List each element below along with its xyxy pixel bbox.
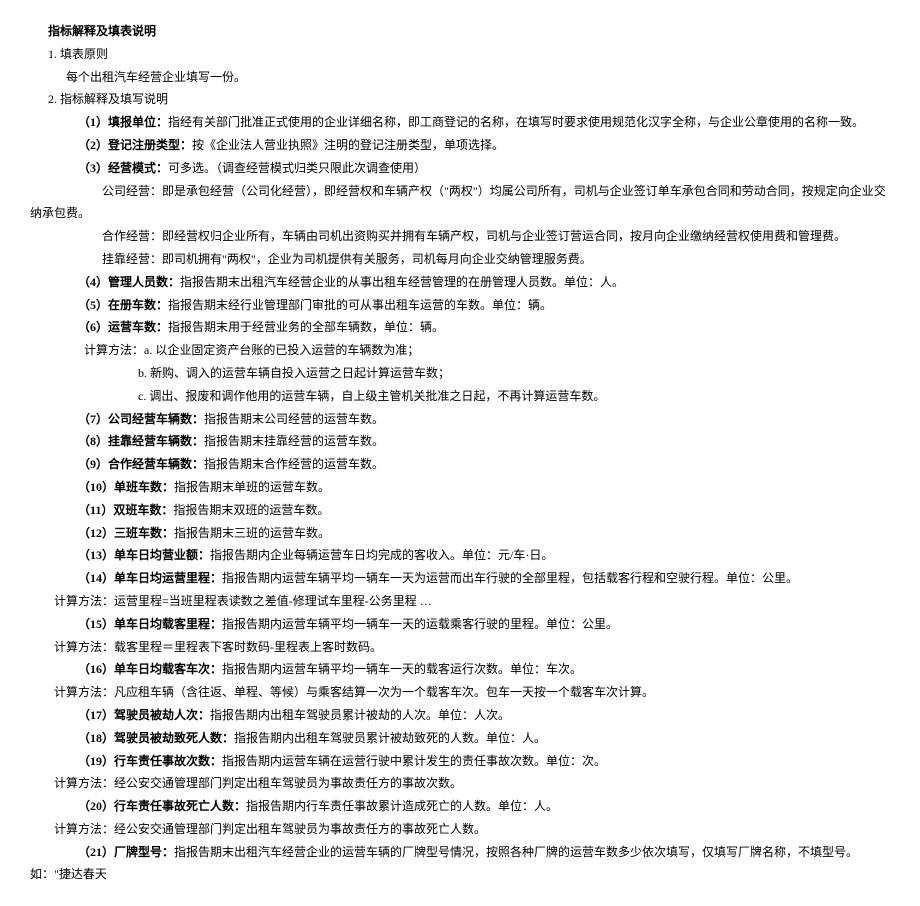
item-16-text: 指报告期内运营车辆平均一辆车一天的载客运行次数。单位：车次。	[222, 662, 582, 676]
item-4: （4）管理人员数：指报告期末出租汽车经营企业的从事出租车经营管理的在册管理人员数…	[30, 271, 890, 294]
item-1-label: （1）填报单位：	[78, 115, 168, 129]
item-6-calc: 计算方法：a. 以企业固定资产台账的已投入运营的车辆数为准；	[30, 339, 890, 362]
item-8: （8）挂靠经营车辆数：指报告期末挂靠经营的运营车数。	[30, 430, 890, 453]
section2-heading: 2. 指标解释及填写说明	[30, 88, 890, 111]
item-4-label: （4）管理人员数：	[78, 275, 180, 289]
item-6-calcc: c. 调出、报废和调作他用的运营车辆，自上级主管机关批准之日起，不再计算运营车数…	[30, 385, 890, 408]
item-2-text: 按《企业法人营业执照》注明的登记注册类型，单项选择。	[192, 138, 504, 152]
item-1: （1）填报单位：指经有关部门批准正式使用的企业详细名称，即工商登记的名称，在填写…	[30, 111, 890, 134]
item-5: （5）在册车数：指报告期末经行业管理部门审批的可从事出租车运营的车数。单位：辆。	[30, 294, 890, 317]
item-18-label: （18）驾驶员被劫致死人数：	[78, 731, 234, 745]
item-18-text: 指报告期内出租车驾驶员累计被劫致死的人数。单位：人。	[234, 731, 546, 745]
item-13-label: （13）单车日均营业额：	[78, 548, 210, 562]
section1-heading: 1. 填表原则	[30, 43, 890, 66]
item-20-calc: 计算方法：经公安交通管理部门判定出租车驾驶员为事故责任方的事故死亡人数。	[30, 818, 890, 841]
item-10-label: （10）单班车数：	[78, 480, 174, 494]
item-19-label: （19）行车责任事故次数：	[78, 754, 222, 768]
item-5-text: 指报告期末经行业管理部门审批的可从事出租车运营的车数。单位：辆。	[168, 298, 552, 312]
item-8-label: （8）挂靠经营车辆数：	[78, 434, 204, 448]
item-16-label: （16）单车日均载客车次：	[78, 662, 222, 676]
item-3: （3）经营模式：可多选。（调查经营模式归类只限此次调查使用）	[30, 157, 890, 180]
item-15-text: 指报告期内运营车辆平均一辆车一天的运载乘客行驶的里程。单位：公里。	[222, 617, 618, 631]
item-15: （15）单车日均载客里程：指报告期内运营车辆平均一辆车一天的运载乘客行驶的里程。…	[30, 613, 890, 636]
item-10-text: 指报告期末单班的运营车数。	[174, 480, 330, 494]
item-6-label: （6）运营车数：	[78, 320, 168, 334]
item-3-text: 可多选。（调查经营模式归类只限此次调查使用）	[168, 161, 426, 175]
item-7-text: 指报告期末公司经营的运营车数。	[204, 412, 384, 426]
item-8-text: 指报告期末挂靠经营的运营车数。	[204, 434, 384, 448]
item-21: （21）厂牌型号：指报告期末出租汽车经营企业的运营车辆的厂牌型号情况，按照各种厂…	[30, 841, 890, 887]
section1-content: 每个出租汽车经营企业填写一份。	[30, 66, 890, 89]
item-17-text: 指报告期内出租车驾驶员累计被劫的人次。单位：人次。	[210, 708, 510, 722]
item-11-text: 指报告期末双班的运营车数。	[173, 503, 329, 517]
item-14: （14）单车日均运营里程：指报告期内运营车辆平均一辆车一天为运营而出车行驶的全部…	[30, 567, 890, 590]
item-7-label: （7）公司经营车辆数：	[78, 412, 204, 426]
item-11: （11）双班车数：指报告期末双班的运营车数。	[30, 499, 890, 522]
item-3b: 合作经营：即经营权归企业所有，车辆由司机出资购买并拥有车辆产权，司机与企业签订营…	[30, 225, 890, 248]
item-6-text: 指报告期末用于经营业务的全部车辆数，单位：辆。	[168, 320, 444, 334]
item-6-calcb: b. 新购、调入的运营车辆自投入运营之日起计算运营车数；	[30, 362, 890, 385]
item-13-text: 指报告期内企业每辆运营车日均完成的客收入。单位：元/车·日。	[210, 548, 553, 562]
item-7: （7）公司经营车辆数：指报告期末公司经营的运营车数。	[30, 408, 890, 431]
item-19-calc: 计算方法：经公安交通管理部门判定出租车驾驶员为事故责任方的事故次数。	[30, 772, 890, 795]
item-20-label: （20）行车责任事故死亡人数：	[78, 799, 246, 813]
item-17: （17）驾驶员被劫人次：指报告期内出租车驾驶员累计被劫的人次。单位：人次。	[30, 704, 890, 727]
item-16-calc: 计算方法：凡应租车辆（含往返、单程、等候）与乘客结算一次为一个载客车次。包车一天…	[30, 681, 890, 704]
item-14-calc: 计算方法：运营里程=当班里程表读数之差值-修理试车里程-公务里程 …	[30, 590, 890, 613]
item-19-text: 指报告期内运营车辆在运营行驶中累计发生的责任事故次数。单位：次。	[222, 754, 606, 768]
document-title: 指标解释及填表说明	[30, 20, 890, 43]
item-21-label: （21）厂牌型号：	[78, 845, 174, 859]
item-17-label: （17）驾驶员被劫人次：	[78, 708, 210, 722]
item-3c: 挂靠经营：即司机拥有"两权"，企业为司机提供有关服务，司机每月向企业交纳管理服务…	[30, 248, 890, 271]
item-12-text: 指报告期末三班的运营车数。	[174, 526, 330, 540]
item-9: （9）合作经营车辆数：指报告期末合作经营的运营车数。	[30, 453, 890, 476]
item-3-label: （3）经营模式：	[78, 161, 168, 175]
item-9-text: 指报告期末合作经营的运营车数。	[204, 457, 384, 471]
item-15-calc: 计算方法：载客里程＝里程表下客时数码-里程表上客时数码。	[30, 636, 890, 659]
item-14-text: 指报告期内运营车辆平均一辆车一天为运营而出车行驶的全部里程，包括载客行程和空驶行…	[222, 571, 798, 585]
item-19: （19）行车责任事故次数：指报告期内运营车辆在运营行驶中累计发生的责任事故次数。…	[30, 750, 890, 773]
item-2-label: （2）登记注册类型：	[78, 138, 192, 152]
item-16: （16）单车日均载客车次：指报告期内运营车辆平均一辆车一天的载客运行次数。单位：…	[30, 658, 890, 681]
item-14-label: （14）单车日均运营里程：	[78, 571, 222, 585]
item-12-label: （12）三班车数：	[78, 526, 174, 540]
item-12: （12）三班车数：指报告期末三班的运营车数。	[30, 522, 890, 545]
item-18: （18）驾驶员被劫致死人数：指报告期内出租车驾驶员累计被劫致死的人数。单位：人。	[30, 727, 890, 750]
item-3a: 公司经营：即是承包经营（公司化经营），即经营权和车辆产权（"两权"）均属公司所有…	[30, 180, 890, 226]
item-15-label: （15）单车日均载客里程：	[78, 617, 222, 631]
item-20: （20）行车责任事故死亡人数：指报告期内行车责任事故累计造成死亡的人数。单位：人…	[30, 795, 890, 818]
item-13: （13）单车日均营业额：指报告期内企业每辆运营车日均完成的客收入。单位：元/车·…	[30, 544, 890, 567]
item-11-label: （11）双班车数：	[78, 503, 173, 517]
item-20-text: 指报告期内行车责任事故累计造成死亡的人数。单位：人。	[246, 799, 558, 813]
item-2: （2）登记注册类型：按《企业法人营业执照》注明的登记注册类型，单项选择。	[30, 134, 890, 157]
item-1-text: 指经有关部门批准正式使用的企业详细名称，即工商登记的名称，在填写时要求使用规范化…	[168, 115, 864, 129]
item-10: （10）单班车数：指报告期末单班的运营车数。	[30, 476, 890, 499]
item-4-text: 指报告期末出租汽车经营企业的从事出租车经营管理的在册管理人员数。单位：人。	[180, 275, 624, 289]
item-5-label: （5）在册车数：	[78, 298, 168, 312]
item-6: （6）运营车数：指报告期末用于经营业务的全部车辆数，单位：辆。	[30, 316, 890, 339]
item-9-label: （9）合作经营车辆数：	[78, 457, 204, 471]
